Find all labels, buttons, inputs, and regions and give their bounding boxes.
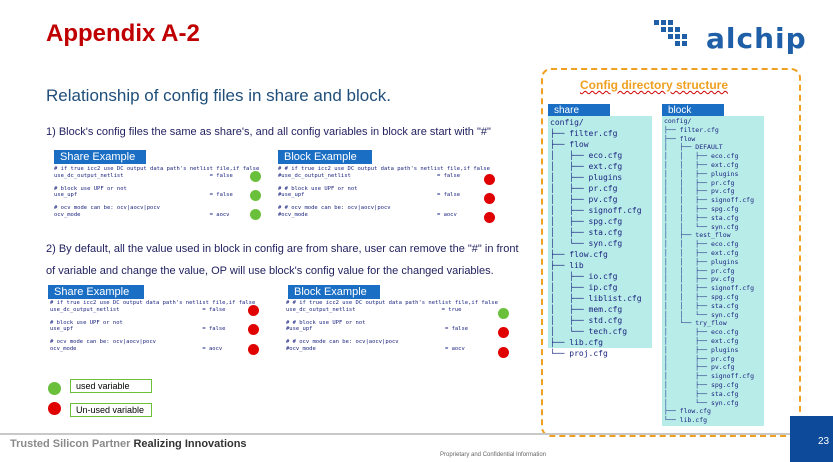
confidential-note: Proprietary and Confidential Information xyxy=(440,452,547,458)
unused-dot xyxy=(248,305,259,316)
unused-dot xyxy=(484,212,495,223)
legend-unused-dot xyxy=(48,402,61,415)
block-tree: config/ ├── filter.cfg ├── flow │ ├── DE… xyxy=(664,117,755,425)
legend-used-label: used variable xyxy=(70,379,152,393)
share-example-code-1: # if true icc2 use DC output data path's… xyxy=(54,166,260,218)
unused-dot xyxy=(484,193,495,204)
alchip-logo: alchip xyxy=(650,14,830,62)
point-1: 1) Block's config files the same as shar… xyxy=(46,126,491,138)
slide-title: Appendix A-2 xyxy=(46,20,200,47)
share-tree-panel: config/ ├── filter.cfg ├── flow │ ├── ec… xyxy=(548,116,652,358)
used-dot xyxy=(250,209,261,220)
footer-divider xyxy=(0,433,833,435)
used-dot xyxy=(250,190,261,201)
block-example-code-1: # # if true icc2 use DC output data path… xyxy=(278,166,490,218)
share-example-code-2: # if true icc2 use DC output data path's… xyxy=(50,300,256,352)
point-2: 2) By default, all the value used in blo… xyxy=(46,243,519,277)
footer-tagline-left: Trusted Silicon Partner xyxy=(10,438,131,450)
directory-structure-title-text: Config directory structure xyxy=(580,78,729,92)
legend-used-dot xyxy=(48,382,61,395)
block-example-label-1: Block Example xyxy=(278,150,372,164)
used-dot xyxy=(498,308,509,319)
footer-tagline-right: Realizing Innovations xyxy=(133,438,247,450)
page-number: 23 xyxy=(818,436,830,447)
footer-tagline: Trusted Silicon Partner Realizing Innova… xyxy=(10,438,247,450)
unused-dot xyxy=(484,174,495,185)
block-tree-panel: config/ ├── filter.cfg ├── flow │ ├── DE… xyxy=(662,116,764,426)
share-tree: config/ ├── filter.cfg ├── flow │ ├── ec… xyxy=(550,118,642,358)
logo-text: alchip xyxy=(706,22,807,55)
unused-dot xyxy=(498,327,509,338)
slide-subtitle: Relationship of config files in share an… xyxy=(46,86,391,105)
unused-dot xyxy=(498,347,509,358)
unused-dot xyxy=(248,344,259,355)
logo-mark-icon xyxy=(654,20,687,46)
used-dot xyxy=(250,171,261,182)
block-example-label-2: Block Example xyxy=(288,285,380,299)
unused-dot xyxy=(248,324,259,335)
block-example-code-2: # # if true icc2 use DC output data path… xyxy=(286,300,498,352)
directory-structure-title: Config directory structure xyxy=(580,78,728,92)
legend-unused-label: Un-used variable xyxy=(70,403,152,417)
share-example-label-1: Share Example xyxy=(54,150,146,164)
share-example-label-2: Share Example xyxy=(48,285,144,299)
